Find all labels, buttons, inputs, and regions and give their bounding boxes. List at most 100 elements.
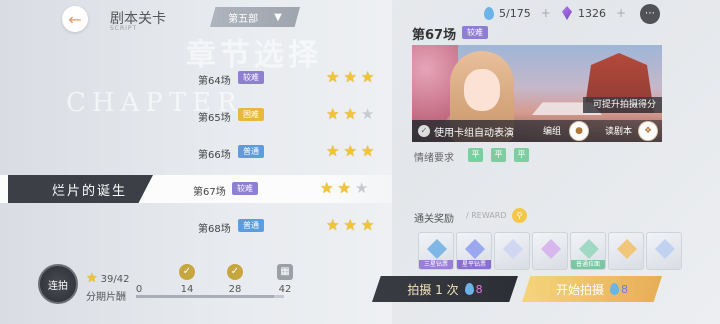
scene-row[interactable]: 第65场 困难 ★ ★ ★ (0, 101, 392, 129)
part-dropdown[interactable]: 第五部 ▼ (210, 7, 300, 27)
star-icon: ★ (326, 142, 340, 160)
scene-name: 第67场 (193, 187, 226, 198)
back-button[interactable]: ← (62, 6, 88, 32)
start-shoot-cost: 8 (610, 283, 628, 296)
add-crystal-button[interactable]: + (616, 6, 626, 20)
shoot-once-label: 拍摄 1 次 (407, 282, 459, 297)
star-icon: ★ (360, 68, 375, 86)
auto-perform-checkbox[interactable]: ✓ (418, 125, 430, 137)
reward-caption: 星平钻票 (457, 260, 491, 269)
star-icon: ★ (343, 105, 357, 123)
auto-perform-label: 使用卡组自动表演 (434, 128, 514, 139)
star-icon: ★ (343, 216, 357, 234)
milestone-label: 14 (180, 284, 194, 295)
read-script-button[interactable]: ❖ (638, 121, 658, 141)
milestone-spacer (131, 264, 147, 280)
reward-list: 三星钻票 星平钻票 普通拉面 (418, 232, 682, 270)
team-icon: ● (575, 126, 583, 136)
mood-chip: 平 (514, 148, 529, 162)
burst-shoot-button[interactable]: 连拍 (38, 264, 78, 304)
milestone[interactable]: ▦ 42 (270, 264, 300, 295)
difficulty-badge: 困难 (238, 108, 264, 121)
stamina-resource: 5/175 + (484, 6, 551, 20)
star-icon: ★ (326, 105, 340, 123)
chapter-list-panel: 章节选择 CHAPTER ← 剧本关卡 SCRIPT 第五部 ▼ 第64场 较难 ★… (0, 0, 392, 324)
scene-stars: ★ ★ ★ (326, 216, 374, 234)
shoot-once-button[interactable]: 拍摄 1 次 8 (372, 276, 518, 302)
mood-requirement-label: 情绪要求 (414, 153, 454, 164)
check-icon: ✓ (179, 264, 195, 280)
shoot-once-cost-value: 8 (475, 282, 483, 296)
chapter-name-tag: 烂片的诞生 (8, 175, 153, 203)
reward-info-button[interactable]: ⚲ (512, 208, 527, 223)
gift-box-icon: ▦ (277, 264, 293, 280)
magnifier-icon: ⚲ (516, 211, 523, 220)
reward-gem-icon (655, 239, 675, 259)
edit-deck-label: 编组 (543, 127, 562, 137)
scene-row[interactable]: 烂片的诞生 第67场 较难 ★ ★ ★ (0, 175, 392, 203)
edit-deck-button[interactable]: ● (569, 121, 589, 141)
mood-chip: 平 (468, 148, 483, 162)
crystal-icon (562, 6, 572, 20)
stamina-value: 5/175 (499, 6, 531, 20)
milestone: 0 (124, 264, 154, 295)
star-icon: ★ (360, 105, 375, 123)
scene-row[interactable]: 第64场 较难 ★ ★ ★ (0, 64, 392, 92)
book-icon: ❖ (643, 126, 653, 136)
star-icon: ★ (360, 216, 375, 234)
scene-row[interactable]: 第68场 普通 ★ ★ ★ (0, 212, 392, 240)
scene-name: 第65场 (198, 113, 231, 124)
part-dropdown-label: 第五部 (228, 13, 259, 25)
chat-button[interactable]: ⋯ (640, 4, 660, 24)
progress-bar-area: 连拍 ★ 39/42 分期片酬 0 ✓ 14 ✓ 28 ▦ 42 (38, 262, 298, 306)
scene-name: 第64场 (198, 76, 231, 87)
rewards-subtitle: / REWARD (466, 211, 507, 220)
start-shoot-button[interactable]: 开始拍摄 8 (522, 276, 662, 302)
start-shoot-label: 开始拍摄 (555, 282, 604, 297)
check-icon: ✓ (227, 264, 243, 280)
star-icon: ★ (337, 179, 351, 197)
triangle-down-icon: ▼ (274, 11, 282, 23)
reward-caption: 三星钻票 (419, 260, 453, 269)
add-stamina-button[interactable]: + (541, 6, 551, 20)
scene-name: 第68场 (198, 224, 231, 235)
score-bonus-tag: 可提升拍摄得分 (582, 97, 662, 113)
reward-item[interactable] (608, 232, 644, 270)
scene-name: 第66场 (198, 150, 231, 161)
milestone[interactable]: ✓ 28 (220, 264, 250, 295)
reward-gem-icon (465, 239, 485, 259)
arrow-left-icon: ← (68, 9, 82, 29)
reward-gem-icon (503, 239, 523, 259)
reward-item[interactable]: 普通拉面 (570, 232, 606, 270)
cover-action-bar: ✓ 使用卡组自动表演 编组 ● 读剧本 ❖ (412, 120, 662, 142)
reward-item[interactable] (494, 232, 530, 270)
shoot-once-cost: 8 (464, 282, 483, 296)
page-subtitle: SCRIPT (110, 25, 138, 32)
stars-collected: ★ 39/42 (86, 270, 129, 288)
star-icon: ★ (86, 271, 98, 286)
character-face (464, 69, 500, 111)
star-icon: ★ (343, 68, 357, 86)
star-icon: ★ (354, 179, 369, 197)
milestone[interactable]: ✓ 14 (172, 264, 202, 295)
water-drop-icon (464, 283, 474, 295)
star-icon: ★ (326, 216, 340, 234)
burst-shoot-label: 连拍 (48, 280, 68, 292)
scene-detail-panel: 5/175 + 1326 + ⋯ 第67场 较难 可提升拍摄得分 ✓ 使用卡组自… (402, 0, 720, 324)
reward-gem-icon (541, 239, 561, 259)
stars-progress-fill (136, 295, 274, 298)
chapter-name: 烂片的诞生 (52, 183, 128, 199)
scene-detail-title: 第67场 (412, 28, 457, 43)
reward-item[interactable]: 星平钻票 (456, 232, 492, 270)
water-drop-icon (610, 283, 619, 295)
reward-item[interactable] (532, 232, 568, 270)
reward-gem-icon (579, 239, 599, 259)
star-icon: ★ (343, 142, 357, 160)
scene-stars: ★ ★ ★ (326, 68, 374, 86)
scene-row[interactable]: 第66场 普通 ★ ★ ★ (0, 138, 392, 166)
star-icon: ★ (360, 142, 375, 160)
reward-item[interactable]: 三星钻票 (418, 232, 454, 270)
reward-item[interactable] (646, 232, 682, 270)
star-icon: ★ (326, 68, 340, 86)
difficulty-badge: 普通 (238, 219, 264, 232)
